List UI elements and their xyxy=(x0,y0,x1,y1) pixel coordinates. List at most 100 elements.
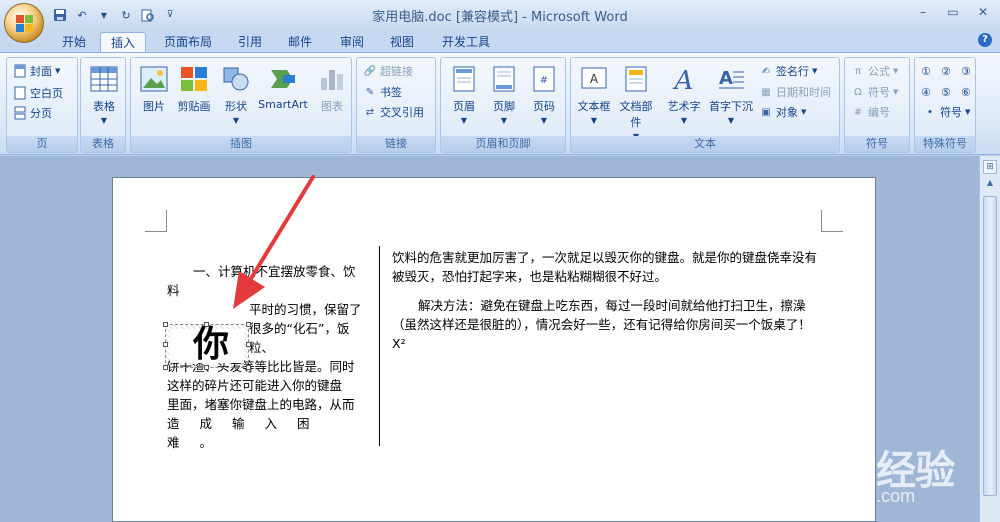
tab-developer[interactable]: 开发工具 xyxy=(432,32,500,52)
footer-button[interactable]: 页脚 ▼ xyxy=(483,62,525,132)
hyperlink-button[interactable]: 🔗 超链接 xyxy=(363,62,413,80)
resize-handle[interactable] xyxy=(163,365,168,370)
circled-6-button[interactable]: ⑥ xyxy=(961,83,971,101)
numbering-button[interactable]: # 编号 xyxy=(851,103,890,121)
date-time-button[interactable]: ▦ 日期和时间 xyxy=(759,83,831,101)
close-icon[interactable]: ✕ xyxy=(972,4,994,20)
circled-4-button[interactable]: ④ xyxy=(921,83,931,101)
help-icon[interactable]: ? xyxy=(978,33,992,47)
picture-button[interactable]: 图片 xyxy=(133,62,175,132)
wordart-button[interactable]: A 艺术字 ▼ xyxy=(663,62,705,132)
wordart-icon: A xyxy=(669,64,699,94)
group-label-tables: 表格 xyxy=(81,136,125,152)
chart-button[interactable]: 图表 xyxy=(311,62,353,132)
cover-page-icon xyxy=(13,64,27,78)
watermark-url: jingyan.baidu.com xyxy=(770,486,916,506)
tab-review[interactable]: 审阅 xyxy=(330,32,374,52)
equation-label: 公式 xyxy=(868,65,890,78)
ribbon-tabs: 开始 插入 页面布局 引用 邮件 审阅 视图 开发工具 xyxy=(0,30,1000,52)
cross-reference-icon: ⇄ xyxy=(365,106,375,118)
picture-label: 图片 xyxy=(143,100,165,113)
resize-handle[interactable] xyxy=(246,342,251,347)
clipart-button[interactable]: 剪贴画 xyxy=(173,62,215,132)
circled-3-button[interactable]: ③ xyxy=(961,62,971,80)
shapes-label: 形状 xyxy=(225,100,247,113)
svg-text:A: A xyxy=(590,72,599,86)
table-button[interactable]: 表格 ▼ xyxy=(83,62,125,132)
tab-page-layout[interactable]: 页面布局 xyxy=(154,32,222,52)
scroll-up-icon[interactable]: ▲ xyxy=(983,178,997,192)
calendar-icon: ▦ xyxy=(761,86,771,98)
cover-page-button[interactable]: 封面 ▼ xyxy=(13,62,60,80)
cross-reference-label: 交叉引用 xyxy=(380,106,424,119)
symbol-label: 符号 xyxy=(868,86,890,99)
svg-text:A: A xyxy=(719,68,733,89)
group-pages: 封面 ▼ 空白页 分页 页 xyxy=(6,57,78,153)
hyperlink-icon: 🔗 xyxy=(363,65,377,77)
circled-1-button[interactable]: ① xyxy=(921,62,931,80)
tab-mailings[interactable]: 邮件 xyxy=(278,32,322,52)
restore-icon[interactable]: ▭ xyxy=(942,4,964,20)
resize-handle[interactable] xyxy=(163,322,168,327)
tab-insert[interactable]: 插入 xyxy=(100,32,147,52)
bookmark-button[interactable]: ✎ 书签 xyxy=(363,83,402,101)
quick-parts-label: 文档部件 xyxy=(619,100,653,129)
right-column-text[interactable]: 饮料的危害就更加厉害了，一次就足以毁灭你的键盘。就是你的键盘侥幸没有被毁灭，恐怕… xyxy=(392,248,822,353)
equation-button[interactable]: π 公式 ▼ xyxy=(851,62,898,80)
group-special-symbols: ① ② ③ ④ ⑤ ⑥ • 符号 ▼ 特殊符号 xyxy=(914,57,976,153)
numbering-label: 编号 xyxy=(868,106,890,119)
group-text: A 文本框 ▼ 文档部件 ▼ A 艺术字 ▼ A 首字下沉 ▼ ✍ 签名行 ▼ … xyxy=(570,57,840,153)
special-symbol-button[interactable]: • 符号 ▼ xyxy=(923,103,970,121)
omega-icon: Ω xyxy=(854,86,862,98)
group-header-footer: 页眉 ▼ 页脚 ▼ # 页码 ▼ 页眉和页脚 xyxy=(440,57,566,153)
hash-icon: # xyxy=(853,106,863,118)
special-symbol-label: 符号 xyxy=(940,106,962,119)
clipart-icon xyxy=(179,64,209,94)
page-number-icon: # xyxy=(529,64,559,94)
dropcap-button[interactable]: A 首字下沉 ▼ xyxy=(707,62,755,132)
window-title: 家用电脑.doc [兼容模式] - Microsoft Word xyxy=(372,10,628,25)
page-break-button[interactable]: 分页 xyxy=(13,104,52,122)
shapes-button[interactable]: 形状 ▼ xyxy=(215,62,257,132)
page-number-button[interactable]: # 页码 ▼ xyxy=(523,62,565,132)
signature-label: 签名行 xyxy=(776,65,809,78)
circled-5-button[interactable]: ⑤ xyxy=(941,83,951,101)
quick-parts-button[interactable]: 文档部件 ▼ xyxy=(615,62,657,141)
resize-handle[interactable] xyxy=(246,365,251,370)
annotation-arrow-icon xyxy=(233,175,315,309)
dropcap-character[interactable]: 你 xyxy=(193,322,229,366)
symbol-button[interactable]: Ω 符号 ▼ xyxy=(851,83,898,101)
group-tables: 表格 ▼ 表格 xyxy=(80,57,126,153)
object-icon: ▣ xyxy=(761,106,771,118)
group-label-symbols: 符号 xyxy=(845,136,909,152)
shapes-icon xyxy=(221,64,251,94)
cover-page-label: 封面 xyxy=(30,65,52,78)
tab-home[interactable]: 开始 xyxy=(52,32,96,52)
blank-page-button[interactable]: 空白页 xyxy=(13,84,63,102)
tab-view[interactable]: 视图 xyxy=(380,32,424,52)
view-ruler-icon[interactable]: ⊞ xyxy=(983,160,997,174)
cross-reference-button[interactable]: ⇄ 交叉引用 xyxy=(363,103,424,121)
textbox-button[interactable]: A 文本框 ▼ xyxy=(573,62,615,132)
group-links: 🔗 超链接 ✎ 书签 ⇄ 交叉引用 链接 xyxy=(356,57,436,153)
dropcap-label: 首字下沉 xyxy=(709,100,753,113)
smartart-button[interactable]: SmartArt xyxy=(255,62,311,132)
signature-line-button[interactable]: ✍ 签名行 ▼ xyxy=(759,62,818,80)
hyperlink-label: 超链接 xyxy=(380,65,413,78)
group-label-illustrations: 插图 xyxy=(131,136,351,152)
office-button[interactable] xyxy=(4,3,44,43)
bullet-icon: • xyxy=(927,106,933,118)
resize-handle[interactable] xyxy=(246,322,251,327)
circled-2-button[interactable]: ② xyxy=(941,62,951,80)
body-line-4: 这样的碎片还可能进入你的键盘 xyxy=(167,378,343,393)
object-button[interactable]: ▣ 对象 ▼ xyxy=(759,103,806,121)
quick-parts-icon xyxy=(621,64,651,94)
resize-handle[interactable] xyxy=(163,342,168,347)
textbox-label: 文本框 xyxy=(577,100,611,113)
date-time-label: 日期和时间 xyxy=(776,86,831,99)
minimize-icon[interactable]: – xyxy=(912,4,934,20)
body-line-6: 造成输入困难。 xyxy=(167,416,330,450)
wordart-label: 艺术字 xyxy=(667,100,701,113)
header-button[interactable]: 页眉 ▼ xyxy=(443,62,485,132)
tab-references[interactable]: 引用 xyxy=(228,32,272,52)
